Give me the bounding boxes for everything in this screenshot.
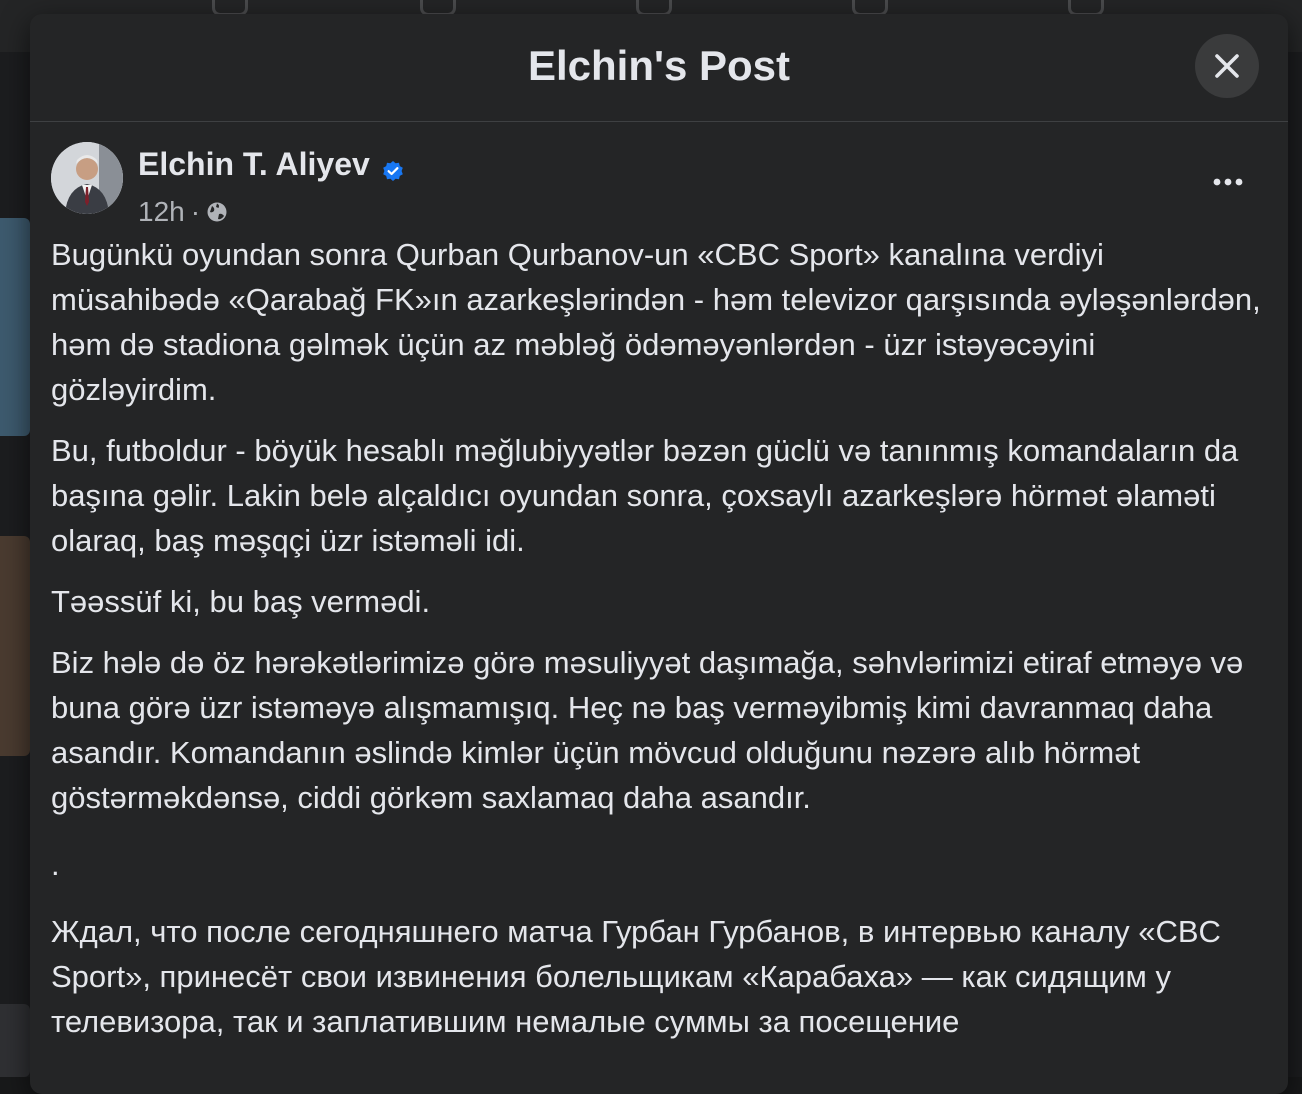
post-text: Bugünkü oyundan sonra Qurban Qurbanov-un… xyxy=(30,232,1288,1044)
meta-separator: · xyxy=(191,196,200,228)
dialog-title: Elchin's Post xyxy=(30,42,1288,90)
author-avatar[interactable] xyxy=(51,142,123,214)
post-paragraph: Bugünkü oyundan sonra Qurban Qurbanov-un… xyxy=(51,232,1267,412)
post-time[interactable]: 12h xyxy=(138,196,185,228)
post-header: Elchin T. Aliyev 12h · xyxy=(30,122,1288,232)
more-options-button[interactable] xyxy=(1206,162,1250,202)
close-icon xyxy=(1212,51,1242,81)
post-paragraph: Bu, futboldur - böyük hesablı məğlubiyyə… xyxy=(51,428,1267,563)
post-paragraph: Təəssüf ki, bu baş vermədi. xyxy=(51,579,1267,624)
post-paragraph-separator: . xyxy=(51,842,1267,887)
dialog-header: Elchin's Post xyxy=(30,14,1288,122)
author-name[interactable]: Elchin T. Aliyev xyxy=(138,146,370,183)
globe-icon[interactable] xyxy=(206,201,228,223)
background-card xyxy=(0,536,30,756)
post-paragraph: Ждал, что после сегодняшнего матча Гурба… xyxy=(51,909,1267,1044)
verified-badge-icon xyxy=(382,160,404,187)
post-paragraph: Biz hələ də öz hərəkətlərimizə görə məsu… xyxy=(51,640,1267,820)
background-card xyxy=(0,1004,30,1077)
post-dialog: Elchin's Post Elchin T. Aliyev xyxy=(30,14,1288,1094)
background-card xyxy=(0,218,30,436)
more-options-icon xyxy=(1212,177,1244,187)
post-meta: 12h · xyxy=(138,196,228,228)
close-button[interactable] xyxy=(1195,34,1259,98)
